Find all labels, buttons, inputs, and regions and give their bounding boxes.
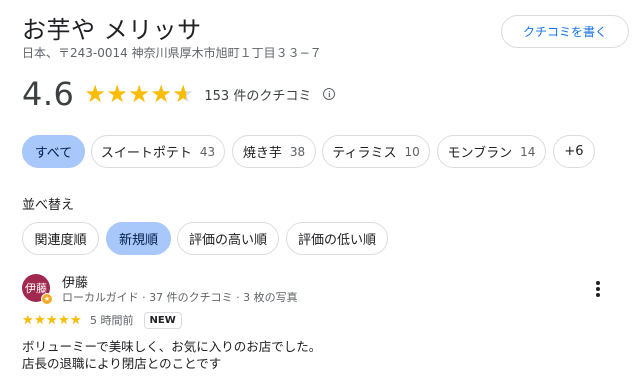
review-count: 153 件のクチコミ bbox=[204, 88, 312, 104]
star-icon: ★ ★ bbox=[128, 80, 150, 108]
sort-option-label: 関連度順 bbox=[34, 233, 87, 248]
chip-all[interactable]: すべて bbox=[22, 135, 85, 168]
chip-label: すべて bbox=[34, 146, 73, 161]
sort-label: 並べ替え bbox=[22, 198, 75, 213]
chip-mont-blanc[interactable]: モンブラン 14 bbox=[437, 135, 546, 168]
rating-summary: 4.6 ★ ★ ★ ★ ★ ★ ★ ★ ★ ★ 153 件のクチコミ i bbox=[22, 74, 336, 114]
chip-label: ティラミス bbox=[332, 146, 397, 161]
avatar[interactable]: 伊藤 ★ bbox=[22, 274, 53, 305]
rating-value: 4.6 bbox=[22, 75, 75, 113]
star-icon: ★ ★ bbox=[34, 312, 46, 328]
chip-sweet-potato[interactable]: スイートポテト 43 bbox=[91, 135, 225, 168]
info-icon[interactable]: i bbox=[323, 88, 336, 100]
sort-option-label: 評価の低い順 bbox=[297, 233, 376, 248]
star-icon: ★ ★ bbox=[84, 80, 106, 108]
sort-highest[interactable]: 評価の高い順 bbox=[177, 222, 279, 255]
sort-lowest[interactable]: 評価の低い順 bbox=[286, 222, 388, 255]
review-time: 5 時間前 bbox=[90, 314, 134, 327]
star-icon: ★ ★ bbox=[22, 312, 34, 328]
chip-tiramisu[interactable]: ティラミス 10 bbox=[322, 135, 430, 168]
chip-more[interactable]: +6 bbox=[553, 135, 595, 168]
star-icon: ★ ★ bbox=[106, 80, 128, 108]
place-address: 日本、〒243-0014 神奈川県厚木市旭町１丁目３３−７ bbox=[22, 46, 322, 60]
review-text-line: 店長の退職により閉店とのことです bbox=[22, 356, 222, 371]
chip-count: 14 bbox=[520, 144, 536, 159]
sort-option-label: 新規順 bbox=[118, 233, 158, 248]
star-icon: ★ ★ bbox=[46, 312, 58, 328]
new-badge: NEW bbox=[143, 311, 182, 329]
chip-yakiimo[interactable]: 焼き芋 38 bbox=[232, 135, 316, 168]
write-review-button[interactable]: クチコミを書く bbox=[501, 15, 629, 48]
chip-label: モンブラン bbox=[447, 146, 513, 161]
more-options-icon[interactable] bbox=[591, 280, 605, 298]
chip-count: 43 bbox=[199, 144, 216, 159]
star-icon: ★ ★ bbox=[58, 312, 70, 328]
chip-label: 焼き芋 bbox=[242, 146, 282, 161]
star-icon: ★ ★ bbox=[172, 80, 194, 108]
local-guide-badge-icon: ★ bbox=[41, 293, 53, 305]
review-text-line: ボリューミーで美味しく、お気に入りのお店でした。 bbox=[22, 339, 322, 354]
rating-stars: ★ ★ ★ ★ ★ ★ ★ ★ ★ ★ bbox=[84, 82, 194, 106]
sort-newest[interactable]: 新規順 bbox=[106, 222, 171, 255]
sort-relevance[interactable]: 関連度順 bbox=[22, 222, 99, 255]
chip-label: +6 bbox=[564, 144, 584, 159]
chip-label: スイートポテト bbox=[100, 146, 192, 161]
sort-option-label: 評価の高い順 bbox=[188, 233, 267, 248]
place-title: お芋や メリッサ bbox=[22, 16, 202, 44]
review-text: ボリューミーで美味しく、お気に入りのお店でした。 店長の退職により閉店とのことで… bbox=[22, 338, 321, 372]
reviewer-meta: ローカルガイド · 37 件のクチコミ · 3 枚の写真 bbox=[62, 291, 298, 304]
star-icon: ★ ★ bbox=[150, 80, 172, 108]
review-rating-row: ★ ★ ★ ★ ★ ★ ★ ★ ★ ★ 5 時間前 NEW bbox=[22, 311, 182, 329]
star-icon: ★ ★ bbox=[70, 312, 82, 328]
review-stars: ★ ★ ★ ★ ★ ★ ★ ★ ★ ★ bbox=[22, 314, 82, 327]
chip-count: 38 bbox=[289, 144, 306, 159]
chip-count: 10 bbox=[404, 144, 420, 159]
